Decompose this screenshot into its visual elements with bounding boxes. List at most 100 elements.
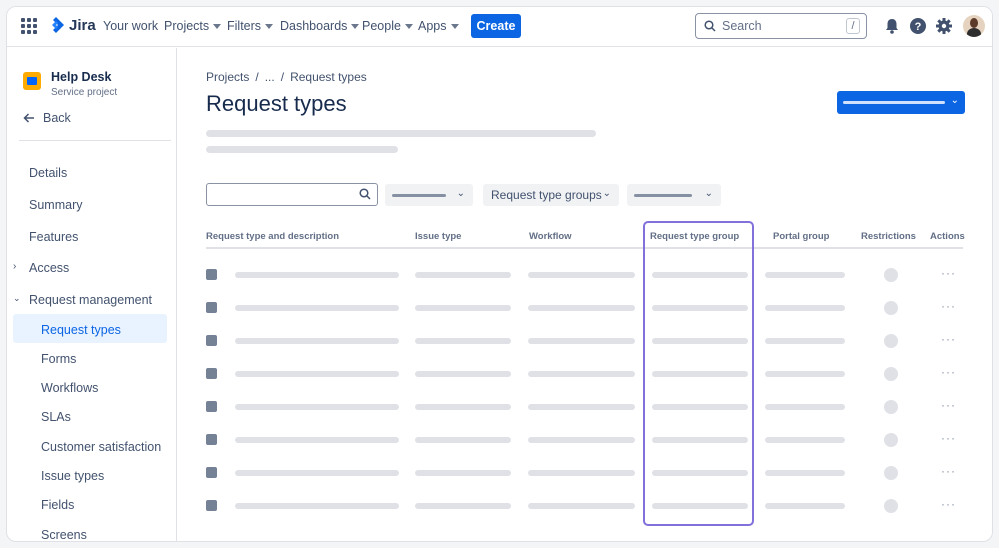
filter-dropdown[interactable]: ⌄ xyxy=(385,184,473,206)
filter-dropdown[interactable]: ⌄ xyxy=(627,184,721,206)
row-drag-handle[interactable] xyxy=(206,335,217,346)
row-drag-handle[interactable] xyxy=(206,302,217,313)
column-header-issue-type[interactable]: Issue type xyxy=(415,231,461,242)
cell-skeleton xyxy=(235,305,399,311)
cell-skeleton xyxy=(235,371,399,377)
cell-skeleton xyxy=(528,338,635,344)
table-row[interactable]: ··· xyxy=(7,332,992,349)
restriction-skeleton xyxy=(884,268,898,282)
avatar[interactable] xyxy=(963,15,985,37)
project-name: Help Desk xyxy=(51,70,112,84)
more-actions-icon[interactable]: ··· xyxy=(941,299,956,313)
table-row[interactable]: ··· xyxy=(7,299,992,316)
restriction-skeleton xyxy=(884,367,898,381)
nav-label: Filters xyxy=(227,19,262,33)
more-actions-icon[interactable]: ··· xyxy=(941,266,956,280)
dropdown-value-placeholder xyxy=(634,194,692,197)
cell-skeleton xyxy=(415,338,511,344)
column-header-restrictions[interactable]: Restrictions xyxy=(861,231,916,242)
chevron-down-icon: ⌄ xyxy=(602,188,611,199)
cell-skeleton xyxy=(235,338,399,344)
breadcrumb-ellipsis[interactable]: ... xyxy=(265,70,275,84)
nav-projects[interactable]: Projects xyxy=(164,19,222,33)
restriction-skeleton xyxy=(884,433,898,447)
app-switcher-icon[interactable] xyxy=(21,18,37,34)
table-row[interactable]: ··· xyxy=(7,365,992,382)
breadcrumb: Projects / ... / Request types xyxy=(206,70,367,84)
cell-skeleton xyxy=(765,305,845,311)
column-header-request-type[interactable]: Request type and description xyxy=(206,231,339,242)
help-icon[interactable]: ? xyxy=(909,17,927,35)
nav-apps[interactable]: Apps xyxy=(418,19,459,33)
sidebar-item-workflows[interactable]: Workflows xyxy=(41,381,98,395)
dropdown-label: Request type groups xyxy=(491,188,602,202)
column-header-portal-group[interactable]: Portal group xyxy=(773,231,829,242)
nav-label: Projects xyxy=(164,19,210,33)
cell-skeleton xyxy=(235,437,399,443)
filter-search-input[interactable] xyxy=(206,183,378,206)
cell-skeleton xyxy=(528,371,635,377)
sidebar-item-summary[interactable]: Summary xyxy=(29,198,82,212)
row-drag-handle[interactable] xyxy=(206,368,217,379)
nav-label: People xyxy=(362,19,401,33)
more-actions-icon[interactable]: ··· xyxy=(941,464,956,478)
back-label: Back xyxy=(43,111,71,125)
sidebar-item-screens[interactable]: Screens xyxy=(41,528,87,541)
button-label-placeholder xyxy=(843,101,945,104)
search-icon xyxy=(704,20,716,32)
settings-icon[interactable] xyxy=(935,17,953,35)
cell-skeleton xyxy=(765,371,845,377)
nav-label: Dashboards xyxy=(280,19,348,33)
cell-skeleton xyxy=(528,470,635,476)
chevron-down-icon xyxy=(265,24,274,30)
notification-icon[interactable] xyxy=(883,17,901,35)
breadcrumb-request-types[interactable]: Request types xyxy=(290,70,367,84)
chevron-down-icon: ⌄ xyxy=(704,188,713,199)
column-header-workflow[interactable]: Workflow xyxy=(529,231,572,242)
nav-filters[interactable]: Filters xyxy=(227,19,274,33)
more-actions-icon[interactable]: ··· xyxy=(941,365,956,379)
cell-skeleton xyxy=(765,338,845,344)
chevron-down-icon xyxy=(404,24,413,30)
sidebar-item-details[interactable]: Details xyxy=(29,166,67,180)
table-row[interactable]: ··· xyxy=(7,398,992,415)
primary-action-button[interactable]: ⌄ xyxy=(837,91,965,114)
back-button[interactable]: Back xyxy=(23,111,71,125)
search-shortcut-hint: / xyxy=(846,18,860,34)
create-button[interactable]: Create xyxy=(471,14,521,38)
cell-skeleton xyxy=(528,305,635,311)
row-drag-handle[interactable] xyxy=(206,401,217,412)
jira-logo[interactable]: Jira xyxy=(47,16,96,34)
sidebar-item-features[interactable]: Features xyxy=(29,230,78,244)
description-skeleton-line xyxy=(206,130,596,137)
more-actions-icon[interactable]: ··· xyxy=(941,431,956,445)
table-row[interactable]: ··· xyxy=(7,497,992,514)
search-input[interactable] xyxy=(722,19,840,33)
row-drag-handle[interactable] xyxy=(206,434,217,445)
table-row[interactable]: ··· xyxy=(7,431,992,448)
cell-skeleton xyxy=(235,404,399,410)
row-drag-handle[interactable] xyxy=(206,269,217,280)
sidebar-item-forms[interactable]: Forms xyxy=(41,352,76,366)
cell-skeleton xyxy=(765,272,845,278)
cell-skeleton xyxy=(528,272,635,278)
request-type-groups-dropdown[interactable]: Request type groups ⌄ xyxy=(483,184,619,206)
page-title: Request types xyxy=(206,91,347,116)
column-header-actions[interactable]: Actions xyxy=(930,231,965,242)
restriction-skeleton xyxy=(884,301,898,315)
cell-skeleton xyxy=(528,404,635,410)
restriction-skeleton xyxy=(884,499,898,513)
more-actions-icon[interactable]: ··· xyxy=(941,497,956,511)
cell-skeleton xyxy=(415,503,511,509)
row-drag-handle[interactable] xyxy=(206,500,217,511)
search-box[interactable]: / xyxy=(695,13,867,39)
nav-dashboards[interactable]: Dashboards xyxy=(280,19,360,33)
table-row[interactable]: ··· xyxy=(7,266,992,283)
breadcrumb-projects[interactable]: Projects xyxy=(206,70,249,84)
nav-people[interactable]: People xyxy=(362,19,413,33)
table-row[interactable]: ··· xyxy=(7,464,992,481)
row-drag-handle[interactable] xyxy=(206,467,217,478)
more-actions-icon[interactable]: ··· xyxy=(941,332,956,346)
more-actions-icon[interactable]: ··· xyxy=(941,398,956,412)
nav-your-work[interactable]: Your work xyxy=(103,19,158,33)
